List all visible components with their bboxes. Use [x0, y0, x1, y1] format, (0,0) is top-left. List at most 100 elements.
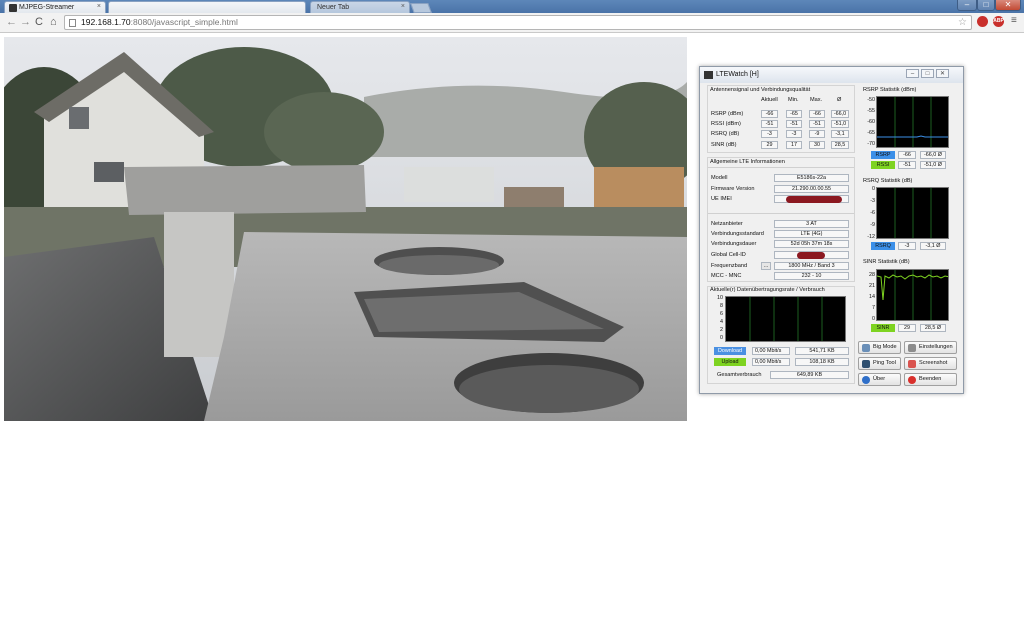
traffic-tick: 0: [720, 335, 723, 341]
signal-group-title: Antennensignal und Verbindungsqualität: [710, 87, 811, 93]
back-arrow-icon[interactable]: ←: [6, 16, 17, 28]
rsrq-legend-label: RSRQ: [871, 242, 895, 250]
rsrq-graph: [876, 187, 949, 239]
signal-value: -66: [761, 110, 778, 118]
screenshot-label: Screenshot: [919, 360, 948, 366]
info-label: UE IMEI: [711, 196, 732, 202]
rsrp-graph: [876, 96, 949, 148]
rsrq-tick: -9: [870, 222, 875, 228]
sinr-graph: [876, 269, 949, 321]
exit-button[interactable]: Beenden: [904, 373, 957, 386]
info-label: Global Cell-ID: [711, 252, 746, 258]
rsrp-tick: -55: [867, 108, 875, 114]
forward-arrow-icon[interactable]: →: [20, 16, 31, 28]
settings-label: Einstellungen: [919, 344, 953, 350]
rsrq-avg: -3,1 Ø: [920, 242, 946, 250]
ltewatch-maximize-button[interactable]: □: [921, 69, 934, 78]
info-label: MCC - MNC: [711, 273, 742, 279]
opera-extension-icon[interactable]: [977, 16, 988, 27]
info-label: Verbindungsdauer: [711, 241, 757, 247]
signal-value: 28,5: [831, 141, 849, 149]
minimize-button[interactable]: –: [957, 0, 977, 11]
traffic-group-title: Aktuelle(r) Datenübertragungsrate / Verb…: [710, 287, 825, 293]
ping-tool-label: Ping Tool: [873, 360, 896, 366]
home-icon[interactable]: ⌂: [50, 16, 57, 28]
col-aktuell: Aktuell: [761, 97, 778, 103]
info-icon: [862, 376, 870, 384]
rsrp-tick: -50: [867, 97, 875, 103]
maximize-button[interactable]: □: [977, 0, 995, 11]
info-value-standard: LTE (4G): [774, 230, 849, 238]
rsrq-stat-title: RSRQ Statistik (dB): [863, 178, 913, 184]
ltewatch-window: LTEWatch [H] – □ ✕ Antennensignal und Ve…: [699, 66, 964, 394]
sinr-tick: 14: [869, 294, 875, 300]
signal-value: -3,1: [831, 130, 849, 138]
info-label: Firmware Version: [711, 186, 755, 192]
band-details-button[interactable]: ...: [761, 262, 771, 270]
rssi-avg: -51,0 Ø: [920, 161, 946, 169]
col-min: Min.: [788, 97, 799, 103]
bookmark-star-icon[interactable]: ☆: [958, 16, 967, 29]
close-window-button[interactable]: ✕: [995, 0, 1021, 11]
traffic-tick: 6: [720, 311, 723, 317]
tab-close-icon[interactable]: ×: [97, 3, 101, 10]
rsrp-stat-title: RSRP Statistik (dBm): [863, 87, 917, 93]
rsrp-avg: -66,0 Ø: [920, 151, 946, 159]
info-value-modell: E5186s-22a: [774, 174, 849, 182]
address-bar[interactable]: 192.168.1.70:8080/javascript_simple.html…: [64, 15, 972, 30]
sinr-stat-title: SINR Statistik (dB): [863, 259, 910, 265]
about-button[interactable]: Über: [858, 373, 901, 386]
exit-label: Beenden: [919, 376, 942, 382]
sinr-current: 29: [898, 324, 916, 332]
sinr-tick: 0: [872, 316, 875, 322]
info-value-band: 1800 MHz / Band 3: [774, 262, 849, 270]
signal-value: 29: [761, 141, 778, 149]
rssi-current: -51: [898, 161, 916, 169]
sinr-tick: 21: [869, 283, 875, 289]
rsrq-current: -3: [898, 242, 916, 250]
info-value-provider: 3 AT: [774, 220, 849, 228]
download-legend: Download: [714, 347, 746, 355]
upload-legend: Upload: [714, 358, 746, 366]
screenshot-button[interactable]: Screenshot: [904, 357, 957, 370]
signal-row-label: RSRP (dBm): [711, 111, 744, 117]
rsrp-tick: -70: [867, 141, 875, 147]
signal-value: -66,0: [831, 110, 849, 118]
rsrq-tick: 0: [872, 186, 875, 192]
tab-blank[interactable]: [108, 1, 306, 13]
tab-close-icon[interactable]: ×: [401, 3, 405, 10]
traffic-graph: [725, 296, 846, 342]
adblock-extension-icon[interactable]: ABP: [993, 16, 1004, 27]
ltewatch-app-icon: [704, 71, 713, 79]
usage-label: Gesamtverbrauch: [717, 372, 762, 378]
ping-tool-button[interactable]: Ping Tool: [858, 357, 901, 370]
ltewatch-close-button[interactable]: ✕: [936, 69, 949, 78]
signal-value: -3: [786, 130, 802, 138]
big-mode-label: Big Mode: [873, 344, 897, 350]
new-tab-button[interactable]: [410, 3, 432, 13]
rssi-legend-label: RSSI: [871, 161, 895, 169]
signal-value: -66: [809, 110, 825, 118]
traffic-tick: 10: [717, 295, 723, 301]
traffic-tick: 2: [720, 327, 723, 333]
rsrq-graph-plot: [894, 188, 932, 238]
menu-icon[interactable]: ≡: [1011, 16, 1017, 26]
signal-value: -51,0: [831, 120, 849, 128]
sinr-avg: 28,5 Ø: [920, 324, 946, 332]
big-mode-button[interactable]: Big Mode: [858, 341, 901, 354]
settings-icon: [908, 344, 916, 352]
tab-bar: MJPEG-Streamer × Neuer Tab × – □ ✕: [0, 0, 1024, 13]
signal-value: -51: [761, 120, 778, 128]
tab-neuer-tab[interactable]: Neuer Tab ×: [310, 1, 410, 13]
divider: [708, 213, 854, 214]
tab-mjpeg-streamer[interactable]: MJPEG-Streamer ×: [4, 1, 106, 13]
sinr-tick: 28: [869, 272, 875, 278]
reload-icon[interactable]: C: [35, 16, 43, 28]
sinr-legend-label: SINR: [871, 324, 895, 332]
signal-value: -51: [786, 120, 802, 128]
ltewatch-minimize-button[interactable]: –: [906, 69, 919, 78]
signal-value: 30: [809, 141, 825, 149]
settings-button[interactable]: Einstellungen: [904, 341, 957, 354]
info-label: Netzanbieter: [711, 221, 743, 227]
rsrp-legend-label: RSRP: [871, 151, 895, 159]
